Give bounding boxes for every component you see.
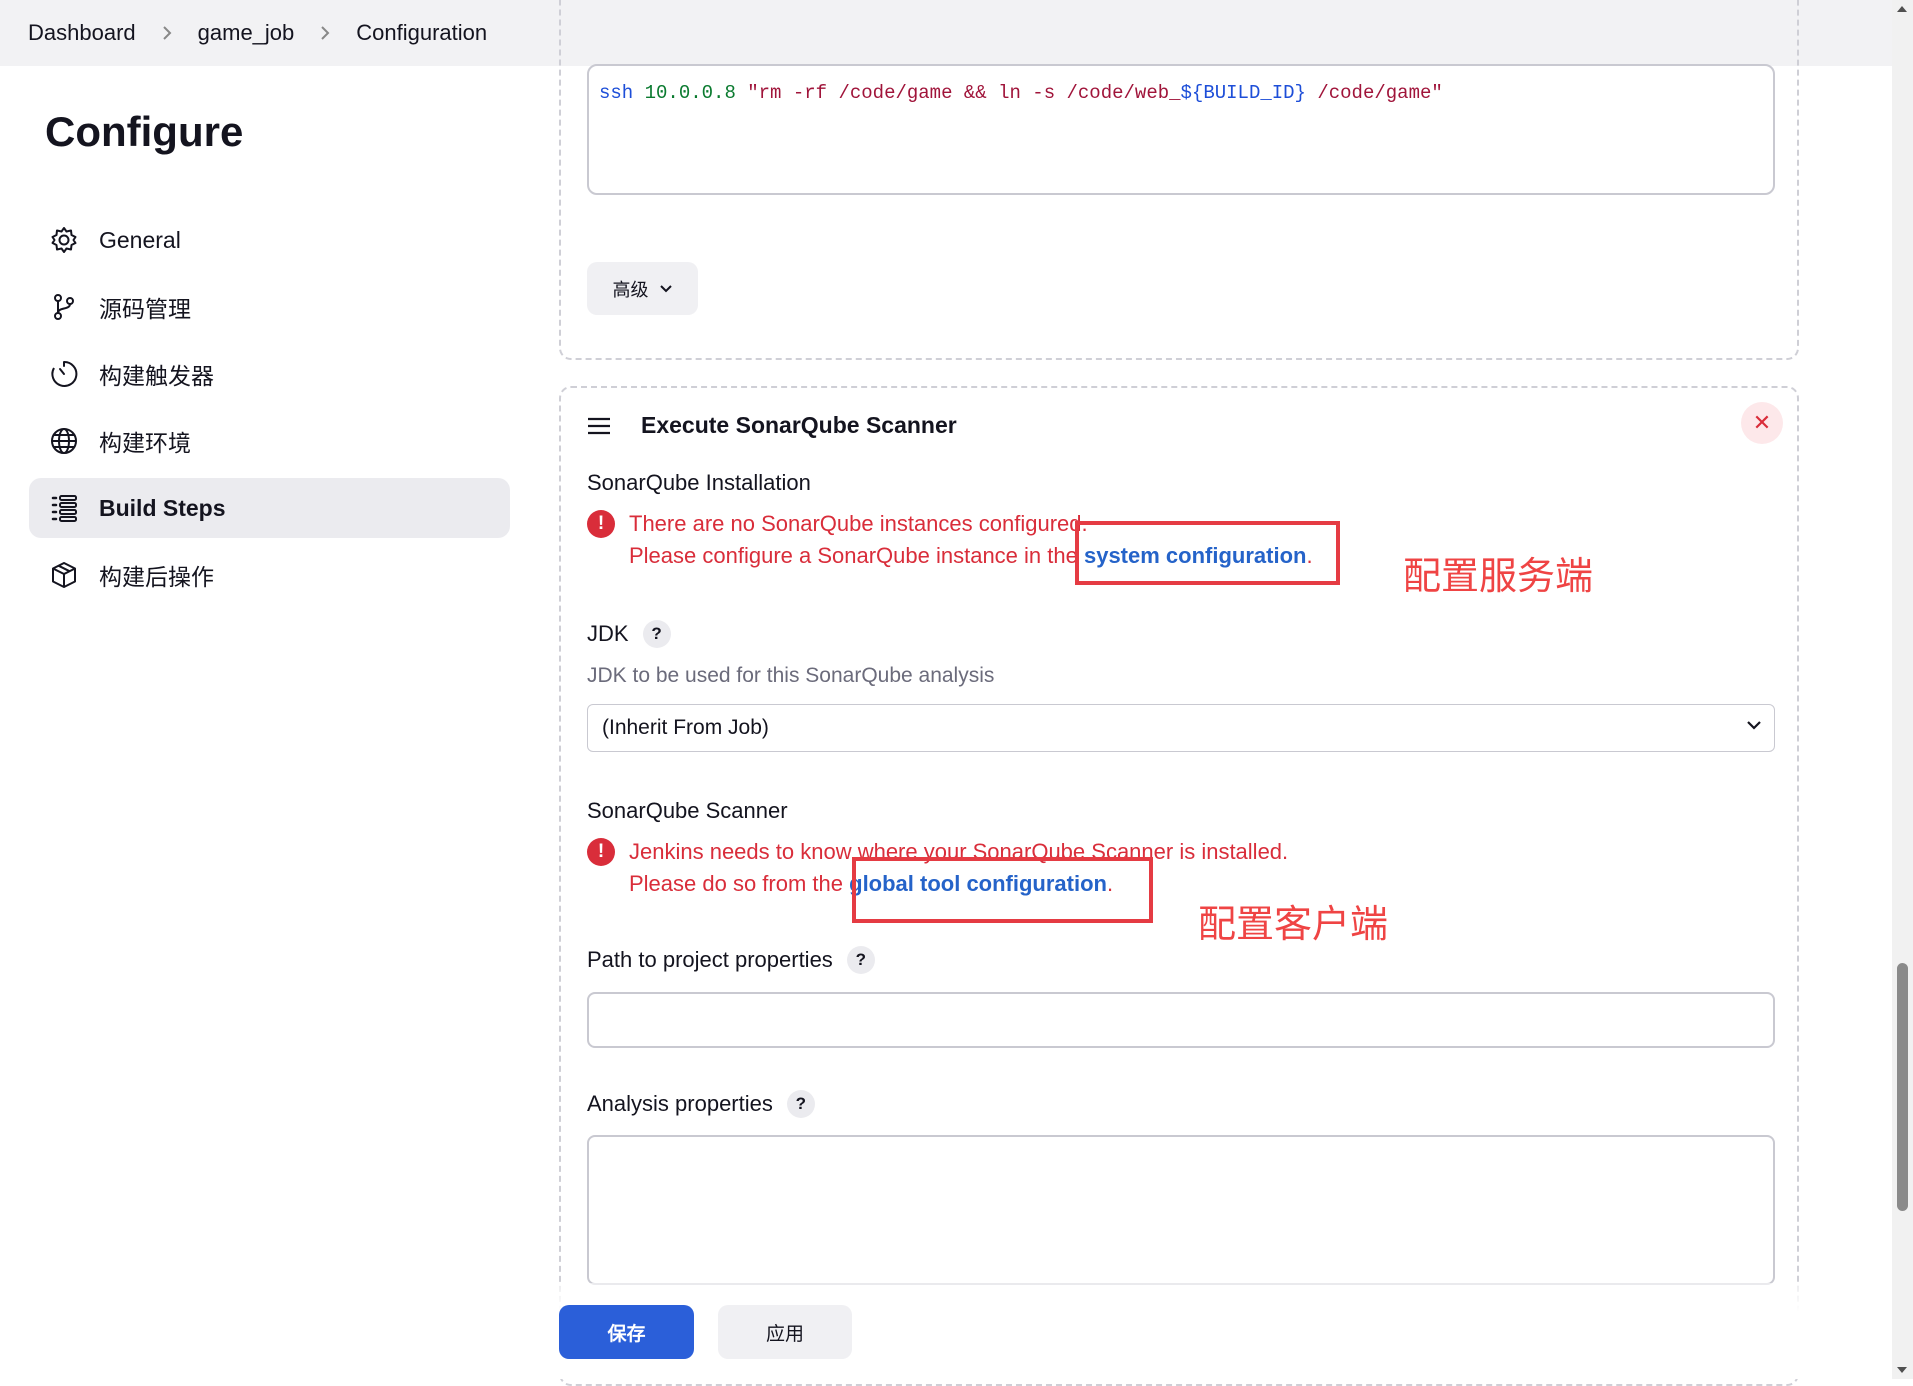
save-button[interactable]: 保存 — [559, 1305, 694, 1359]
chevron-right-icon — [162, 26, 172, 40]
analysis-properties-textarea[interactable] — [587, 1135, 1775, 1285]
sonar-installation-label-text: SonarQube Installation — [587, 470, 811, 495]
code-command: ssh — [599, 82, 634, 104]
jdk-select[interactable]: (Inherit From Job) — [587, 704, 1775, 752]
error-icon: ! — [587, 838, 615, 866]
sidebar-item-build-steps[interactable]: Build Steps — [29, 478, 510, 538]
chevron-right-icon — [321, 26, 330, 40]
jdk-label-text: JDK — [587, 621, 629, 646]
annotation-server-label: 配置服务端 — [1403, 556, 1594, 598]
path-properties-input[interactable] — [587, 992, 1775, 1048]
step-header: Execute SonarQube Scanner — [587, 412, 957, 439]
analysis-properties-label: Analysis properties ? — [587, 1090, 815, 1118]
scroll-down-arrow-icon[interactable] — [1897, 1367, 1907, 1373]
code-host: 10.0.0.8 — [644, 82, 736, 104]
globe-icon — [51, 428, 77, 454]
scanner-error-prefix: Please do so from the — [629, 871, 850, 896]
clock-icon — [51, 360, 78, 387]
sidebar-item-post-build[interactable]: 构建后操作 — [29, 545, 510, 605]
package-icon — [52, 562, 76, 588]
help-icon[interactable]: ? — [846, 946, 875, 974]
gear-icon — [51, 227, 77, 253]
vertical-scrollbar[interactable] — [1892, 0, 1913, 1379]
list-icon — [51, 495, 77, 522]
jdk-description: JDK to be used for this SonarQube analys… — [587, 664, 995, 687]
help-icon[interactable]: ? — [786, 1090, 815, 1118]
code-variable: ${BUILD_ID} — [1180, 82, 1306, 104]
sidebar-item-triggers[interactable]: 构建触发器 — [29, 344, 510, 404]
advanced-label: 高级 — [612, 279, 649, 300]
apply-button[interactable]: 应用 — [718, 1305, 852, 1359]
sidebar-item-label: 源码管理 — [99, 296, 191, 322]
sidebar-item-environment[interactable]: 构建环境 — [29, 411, 510, 471]
shell-step-panel: ssh 10.0.0.8 "rm -rf /code/game && ln -s… — [559, 0, 1799, 360]
installation-error-prefix: Please configure a SonarQube instance in… — [629, 543, 1084, 568]
sidebar-item-label: General — [99, 226, 181, 253]
path-properties-label-text: Path to project properties — [587, 947, 833, 972]
scroll-up-arrow-icon[interactable] — [1897, 6, 1907, 12]
breadcrumb-configuration[interactable]: Configuration — [356, 20, 487, 46]
breadcrumb-job[interactable]: game_job — [198, 20, 295, 46]
sonar-installation-label: SonarQube Installation — [587, 470, 811, 496]
sidebar-item-label: 构建触发器 — [99, 363, 214, 389]
sidebar-nav: General 源码管理 构建触发器 构建环境 Build Steps 构建后操… — [29, 210, 510, 612]
annotation-box-server — [1075, 521, 1340, 585]
branch-icon — [54, 294, 74, 320]
close-icon[interactable]: ✕ — [1741, 402, 1783, 444]
sidebar-item-general[interactable]: General — [29, 210, 510, 270]
page-title: Configure — [45, 108, 244, 155]
jdk-label: JDK ? — [587, 620, 671, 648]
bottom-action-bar — [0, 1283, 1892, 1379]
code-string-end: /code/game" — [1305, 82, 1443, 104]
path-properties-label: Path to project properties ? — [587, 946, 875, 974]
annotation-box-client — [852, 857, 1153, 923]
error-icon: ! — [587, 510, 615, 538]
drag-handle-icon[interactable] — [587, 417, 611, 435]
sonar-scanner-label-text: SonarQube Scanner — [587, 798, 788, 823]
sidebar-item-scm[interactable]: 源码管理 — [29, 277, 510, 337]
annotation-client-label: 配置客户端 — [1198, 904, 1389, 946]
step-title: Execute SonarQube Scanner — [641, 412, 957, 438]
sidebar-item-label: Build Steps — [99, 494, 226, 521]
jdk-selected-value: (Inherit From Job) — [602, 716, 769, 739]
analysis-properties-label-text: Analysis properties — [587, 1091, 773, 1116]
advanced-button[interactable]: 高级 — [587, 262, 698, 315]
chevron-down-icon — [659, 284, 672, 292]
help-icon[interactable]: ? — [642, 620, 671, 648]
scroll-thumb[interactable] — [1897, 963, 1908, 1211]
sidebar-item-label: 构建后操作 — [99, 564, 214, 590]
breadcrumb-dashboard[interactable]: Dashboard — [28, 20, 136, 46]
code-string: "rm -rf /code/game && ln -s /code/web_ — [747, 82, 1181, 104]
sonar-scanner-label: SonarQube Scanner — [587, 798, 788, 824]
chevron-down-icon — [1747, 721, 1761, 730]
shell-command-textarea[interactable]: ssh 10.0.0.8 "rm -rf /code/game && ln -s… — [587, 64, 1775, 195]
sidebar-item-label: 构建环境 — [99, 430, 191, 456]
